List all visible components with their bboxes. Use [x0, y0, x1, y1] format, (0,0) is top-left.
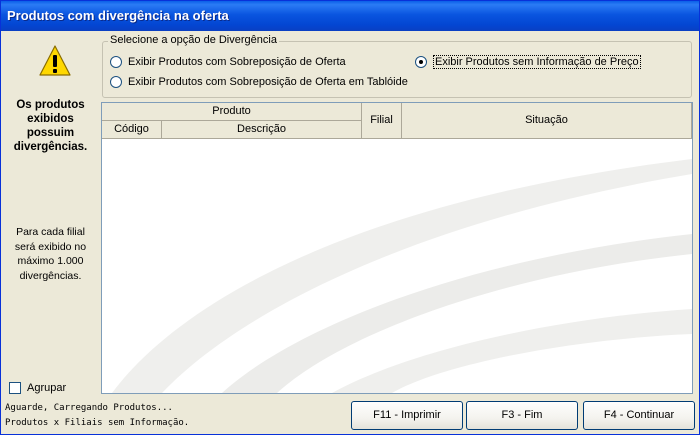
warning-message: Os produtos exibidos possuim divergência…	[13, 99, 88, 153]
watermark-swoosh	[112, 159, 692, 393]
end-button[interactable]: F3 - Fim	[466, 401, 578, 430]
divergence-options-legend: Selecione a opção de Divergência	[108, 34, 279, 46]
column-header-codigo[interactable]: Código	[102, 121, 162, 139]
radio-sobreposicao-tabloide[interactable]	[110, 76, 122, 88]
status-panel: Aguarde, Carregando Produtos... Produtos…	[2, 397, 348, 435]
print-button[interactable]: F11 - Imprimir	[351, 401, 463, 430]
warning-icon	[39, 45, 71, 76]
limit-note: Para cada filial será exibido no máximo …	[14, 226, 87, 282]
column-header-descricao[interactable]: Descrição	[162, 121, 362, 139]
continue-button[interactable]: F4 - Continuar	[583, 401, 695, 430]
title-bar[interactable]: Produtos com divergência na oferta	[1, 1, 699, 31]
column-header-situacao[interactable]: Situação	[402, 103, 692, 139]
window-title: Produtos com divergência na oferta	[7, 8, 229, 23]
status-detail: Produtos x Filiais sem Informação.	[5, 418, 190, 428]
radio-sobreposicao-oferta[interactable]	[110, 56, 122, 68]
dialog-window: Produtos com divergência na oferta Os pr…	[0, 0, 700, 435]
sidebar: Os produtos exibidos possuim divergência…	[2, 31, 99, 396]
divergence-options-group: Selecione a opção de Divergência Exibir …	[102, 34, 692, 98]
column-header-filial[interactable]: Filial	[362, 103, 402, 139]
agrupar-checkbox[interactable]: Agrupar	[9, 381, 66, 395]
agrupar-label: Agrupar	[27, 382, 67, 394]
agrupar-checkbox-box[interactable]	[9, 382, 21, 394]
option-sobreposicao-tabloide[interactable]: Exibir Produtos com Sobreposição de Ofer…	[110, 76, 408, 88]
column-group-produto: Produto	[102, 103, 362, 121]
option-sobreposicao-oferta[interactable]: Exibir Produtos com Sobreposição de Ofer…	[110, 56, 346, 68]
status-loading: Aguarde, Carregando Produtos...	[5, 403, 173, 413]
products-grid[interactable]: Produto Código Descrição Filial Situação	[101, 102, 693, 394]
radio-sem-informacao-preco[interactable]	[415, 56, 427, 68]
option-sem-informacao-preco[interactable]: Exibir Produtos sem Informação de Preço	[415, 55, 641, 69]
